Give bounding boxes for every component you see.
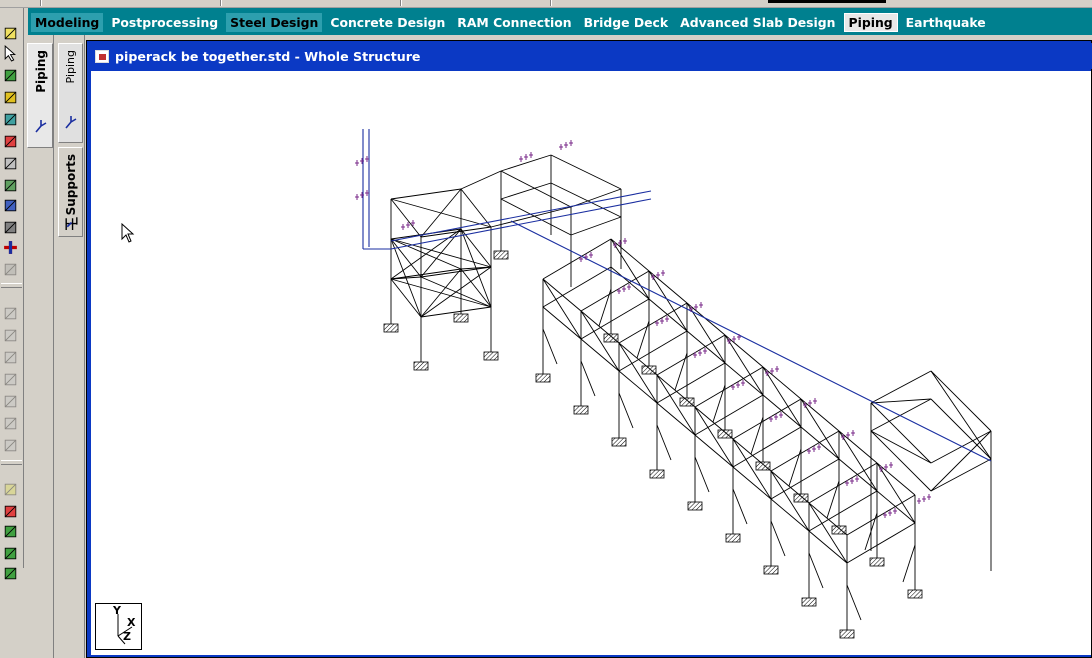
- module-tab-bar: Modeling Postprocessing Steel Design Concre…: [28, 8, 1092, 35]
- footing-support[interactable]: [831, 525, 847, 535]
- mouse-pointer-icon: [121, 222, 135, 246]
- toolbar-grip[interactable]: [1, 283, 22, 288]
- page-tab-piping-label: Piping: [34, 50, 48, 93]
- member-icon[interactable]: [1, 176, 19, 194]
- disabled-tool-icon-8: [1, 436, 19, 454]
- supports-sub-icon: [63, 214, 80, 234]
- plate-select-icon[interactable]: [1, 110, 19, 128]
- footing-support[interactable]: [641, 365, 657, 375]
- axis-z-label: Z: [123, 630, 131, 643]
- tab-ram-connection[interactable]: RAM Connection: [453, 13, 575, 32]
- page-tab-piping[interactable]: Piping: [27, 43, 53, 148]
- load-tool-icon[interactable]: [1, 522, 19, 540]
- footing-support[interactable]: [573, 405, 589, 415]
- footing-support[interactable]: [383, 323, 399, 333]
- solid-icon[interactable]: [1, 218, 19, 236]
- pipe-support-mark[interactable]: [917, 494, 931, 504]
- disabled-tool-icon: [1, 260, 19, 278]
- tab-concrete-design[interactable]: Concrete Design: [326, 13, 449, 32]
- footing-support[interactable]: [453, 313, 469, 323]
- left-toolbar: [0, 8, 24, 579]
- footing-support[interactable]: [535, 373, 551, 383]
- disabled-tool-icon-3: [1, 326, 19, 344]
- document-icon[interactable]: [95, 49, 109, 63]
- footing-support[interactable]: [679, 397, 695, 407]
- pipe-support-mark[interactable]: [355, 190, 369, 200]
- piping-sub-icon: [63, 114, 79, 133]
- sub-tab-piping[interactable]: Piping: [58, 43, 83, 143]
- top-toolbar-strip: [0, 0, 1092, 8]
- footing-support[interactable]: [413, 361, 429, 371]
- tab-piping[interactable]: Piping: [843, 13, 898, 32]
- footing-support[interactable]: [755, 461, 771, 471]
- tab-postprocessing[interactable]: Postprocessing: [107, 13, 222, 32]
- disabled-tool-icon-7: [1, 414, 19, 432]
- footing-support[interactable]: [763, 565, 779, 575]
- beam-select-icon[interactable]: [1, 88, 19, 106]
- sub-page-column: Piping Supports: [55, 35, 85, 658]
- footing-support[interactable]: [611, 437, 627, 447]
- footing-support[interactable]: [649, 469, 665, 479]
- disabled-tool-icon-2: [1, 304, 19, 322]
- pipe-support-mark[interactable]: [519, 152, 533, 162]
- structure-window: piperack be together.std - Whole Structu…: [86, 40, 1092, 658]
- toolbar-grip[interactable]: [1, 460, 22, 465]
- window-title-bar[interactable]: piperack be together.std - Whole Structu…: [89, 43, 1092, 69]
- tab-modeling[interactable]: Modeling: [31, 13, 104, 32]
- footing-support[interactable]: [687, 501, 703, 511]
- rotate-select-icon[interactable]: [1, 24, 19, 42]
- tab-steel-design[interactable]: Steel Design: [226, 13, 323, 32]
- eraser-icon[interactable]: [1, 132, 19, 150]
- pointer-icon[interactable]: [1, 44, 19, 62]
- sub-tab-piping-label: Piping: [64, 50, 77, 84]
- footing-support[interactable]: [793, 493, 809, 503]
- text-tool-icon[interactable]: [1, 154, 19, 172]
- surface-icon[interactable]: [1, 196, 19, 214]
- footing-support[interactable]: [907, 589, 923, 599]
- page-control-column: Piping: [24, 35, 54, 658]
- footing-support[interactable]: [483, 351, 499, 361]
- disabled-tool-icon-6: [1, 392, 19, 410]
- sub-tab-supports-label: Supports: [64, 154, 78, 216]
- footing-support[interactable]: [869, 557, 885, 567]
- footing-support[interactable]: [603, 333, 619, 343]
- pipe-support-mark[interactable]: [355, 156, 369, 166]
- footing-support[interactable]: [839, 629, 855, 639]
- add-icon[interactable]: [1, 238, 19, 256]
- axis-triad: Y X Z: [95, 603, 142, 650]
- structure-model-drawing[interactable]: [91, 71, 1091, 655]
- window-title: piperack be together.std - Whole Structu…: [115, 48, 421, 64]
- release-tool-icon[interactable]: [1, 564, 19, 582]
- axis-x-label: X: [127, 616, 136, 629]
- piping-page-icon: [33, 118, 49, 137]
- tab-advanced-slab-design[interactable]: Advanced Slab Design: [676, 13, 839, 32]
- footing-support[interactable]: [725, 533, 741, 543]
- footing-support[interactable]: [717, 429, 733, 439]
- pipe-support-mark[interactable]: [559, 140, 573, 150]
- sub-tab-supports[interactable]: Supports: [58, 147, 83, 237]
- disabled-tool-icon-5: [1, 370, 19, 388]
- disabled-tool-icon-4: [1, 348, 19, 366]
- axis-y-label: Y: [113, 604, 121, 617]
- geometry-tool-icon[interactable]: [1, 502, 19, 520]
- pipe-support-mark[interactable]: [401, 220, 415, 230]
- footing-support[interactable]: [493, 250, 509, 260]
- model-viewport[interactable]: Y X Z: [91, 71, 1091, 655]
- tab-bridge-deck[interactable]: Bridge Deck: [580, 13, 673, 32]
- node-select-icon[interactable]: [1, 66, 19, 84]
- support-tool-icon[interactable]: [1, 544, 19, 562]
- footing-support[interactable]: [801, 597, 817, 607]
- tab-earthquake[interactable]: Earthquake: [902, 13, 990, 32]
- disabled-tool-icon-9: [1, 480, 19, 498]
